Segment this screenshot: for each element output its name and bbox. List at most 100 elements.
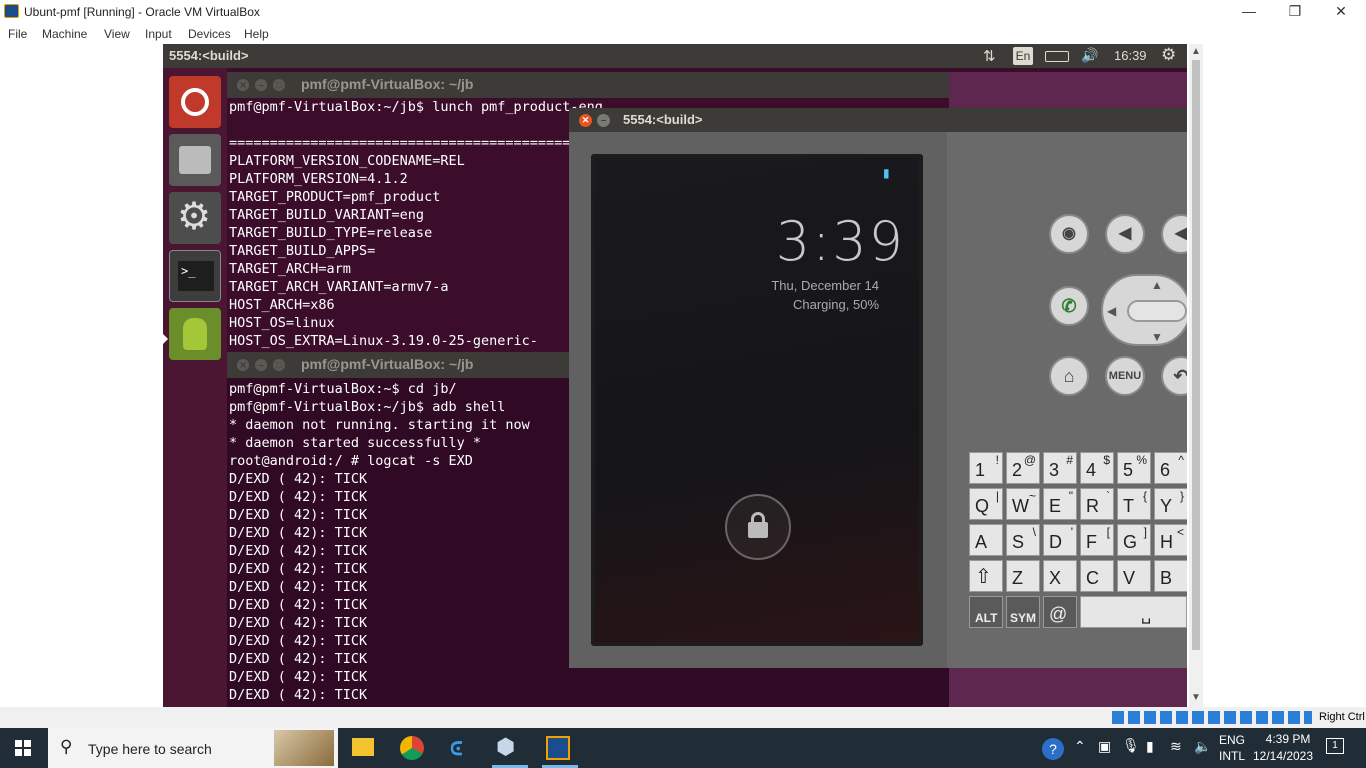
key-f[interactable]: F[ — [1080, 524, 1114, 556]
key-at[interactable]: @ — [1043, 596, 1077, 628]
terminal1-minimize-button[interactable]: – — [255, 79, 267, 91]
key-q[interactable]: Q | — [969, 488, 1003, 520]
key-b[interactable]: B — [1154, 560, 1187, 592]
battery-icon[interactable] — [1045, 51, 1069, 62]
restore-button[interactable]: ❐ — [1272, 0, 1318, 22]
key-g[interactable]: G] — [1117, 524, 1151, 556]
terminal-launcher-button[interactable]: >_ — [169, 250, 221, 302]
key-e[interactable]: E " — [1043, 488, 1077, 520]
search-placeholder: Type here to search — [88, 741, 212, 757]
menu-devices[interactable]: Devices — [188, 27, 231, 41]
help-icon[interactable]: ? — [1042, 738, 1064, 760]
network-icon[interactable]: ⇅ — [983, 47, 996, 65]
taskbar-date[interactable]: 12/14/2023 — [1248, 749, 1318, 763]
home-button[interactable]: ⌂ — [1049, 356, 1089, 396]
volume-up-button[interactable]: ◀ — [1161, 214, 1187, 254]
key-t[interactable]: T{ — [1117, 488, 1151, 520]
terminal1-close-button[interactable]: ✕ — [237, 79, 249, 91]
files-launcher-button[interactable] — [169, 134, 221, 186]
key-d[interactable]: D ' — [1043, 524, 1077, 556]
battery-tray-icon[interactable]: ▮ — [1146, 738, 1154, 755]
show-hidden-icons-chevron-icon[interactable]: ⌃ — [1074, 738, 1086, 755]
taskbar-time[interactable]: 4:39 PM — [1258, 732, 1318, 746]
terminal2-minimize-button[interactable]: – — [255, 359, 267, 371]
taskbar-search-box[interactable]: ⚲ Type here to search — [48, 728, 338, 768]
gear-icon[interactable]: ⚙ — [1161, 45, 1176, 65]
call-button[interactable]: ✆ — [1049, 286, 1089, 326]
windows-start-icon[interactable] — [15, 740, 31, 756]
key-sym[interactable]: SYM — [1006, 596, 1040, 628]
key-r[interactable]: R ` — [1080, 488, 1114, 520]
dpad-center-button[interactable] — [1127, 300, 1187, 322]
dpad[interactable]: ▲ ▼ ◀ — [1101, 274, 1187, 346]
emulator-title-bar[interactable]: ✕ – 5554:<build> — [569, 108, 1187, 132]
dash-home-button[interactable] — [169, 76, 221, 128]
key-y[interactable]: Y} — [1154, 488, 1187, 520]
language-code[interactable]: ENG — [1219, 733, 1245, 747]
speaker-icon[interactable]: 🔈 — [1194, 738, 1211, 755]
terminal2-title-bar[interactable]: ✕ – □ pmf@pmf-VirtualBox: ~/jb — [227, 352, 571, 378]
menu-file[interactable]: File — [8, 27, 27, 41]
key-2[interactable]: 2 @ — [1006, 452, 1040, 484]
key-shift[interactable]: ⇧ — [969, 560, 1003, 592]
key-4[interactable]: 4 $ — [1080, 452, 1114, 484]
android-screen[interactable]: ▮ 3:39 Thu, December 14 Charging, 50% — [591, 154, 923, 646]
guest-display[interactable]: 5554:<build> ⇅ En 🔊 16:39 ⚙ ⚙ >_ ✕ – □ p… — [163, 44, 1187, 707]
device-status-icons[interactable] — [1112, 711, 1312, 724]
menu-view[interactable]: View — [104, 27, 130, 41]
file-explorer-icon[interactable] — [352, 738, 374, 756]
emulator-close-button[interactable]: ✕ — [579, 114, 592, 127]
terminal2-close-button[interactable]: ✕ — [237, 359, 249, 371]
dpad-left-icon[interactable]: ◀ — [1107, 304, 1116, 318]
terminal1-maximize-button[interactable]: □ — [273, 79, 285, 91]
key-c[interactable]: C — [1080, 560, 1114, 592]
key-6[interactable]: 6 ^ — [1154, 452, 1187, 484]
vscode-icon[interactable]: ⪽ — [450, 736, 472, 760]
terminal1-title-bar[interactable]: ✕ – □ pmf@pmf-VirtualBox: ~/jb — [227, 72, 949, 98]
scrollbar-thumb[interactable] — [1192, 60, 1200, 650]
terminal2-maximize-button[interactable]: □ — [273, 359, 285, 371]
microphone-icon[interactable]: 🎙 — [1122, 737, 1140, 754]
dpad-up-icon[interactable]: ▲ — [1151, 278, 1163, 292]
back-button[interactable]: ↶ — [1161, 356, 1187, 396]
menu-button[interactable]: MENU — [1105, 356, 1145, 396]
minimize-button[interactable]: — — [1226, 0, 1272, 22]
key-z[interactable]: Z — [1006, 560, 1040, 592]
wifi-icon[interactable]: ≋ — [1170, 738, 1182, 755]
key-w[interactable]: W ~ — [1006, 488, 1040, 520]
key-s[interactable]: S \ — [1006, 524, 1040, 556]
menu-machine[interactable]: Machine — [42, 27, 87, 41]
key-x[interactable]: X — [1043, 560, 1077, 592]
key-3[interactable]: 3 # — [1043, 452, 1077, 484]
virtualbox-taskbar-icon[interactable]: ⬢ — [496, 734, 520, 760]
key-a[interactable]: A — [969, 524, 1003, 556]
unlock-ring[interactable] — [725, 494, 791, 560]
key-alt[interactable]: ALT — [969, 596, 1003, 628]
key-1[interactable]: 1! — [969, 452, 1003, 484]
vertical-scrollbar[interactable]: ▲ ▼ — [1189, 44, 1203, 707]
key-h[interactable]: H < — [1154, 524, 1187, 556]
android-emulator-launcher-button[interactable] — [169, 308, 221, 360]
keyboard-layout-indicator[interactable]: En — [1013, 47, 1033, 65]
android-emulator-window[interactable]: ✕ – 5554:<build> ▮ 3:39 Thu, December 14… — [569, 108, 1187, 668]
dpad-down-icon[interactable]: ▼ — [1151, 330, 1163, 344]
menu-help[interactable]: Help — [244, 27, 269, 41]
scroll-down-icon[interactable]: ▼ — [1191, 692, 1201, 703]
key-space[interactable]: ␣ — [1080, 596, 1187, 628]
virtualbox-vm-taskbar-icon[interactable] — [546, 736, 570, 760]
scroll-up-icon[interactable]: ▲ — [1191, 46, 1201, 57]
menu-input[interactable]: Input — [145, 27, 172, 41]
volume-down-button[interactable]: ◀ — [1105, 214, 1145, 254]
chrome-icon[interactable] — [400, 736, 424, 760]
volume-icon[interactable]: 🔊 — [1081, 47, 1098, 64]
camera-button[interactable]: ◉ — [1049, 214, 1089, 254]
key-v[interactable]: V — [1117, 560, 1151, 592]
camera-tray-icon[interactable]: ▣ — [1098, 738, 1111, 755]
panel-clock[interactable]: 16:39 — [1114, 48, 1147, 63]
key-5[interactable]: 5% — [1117, 452, 1151, 484]
notification-center-icon[interactable]: 1 — [1326, 738, 1344, 754]
emulator-minimize-button[interactable]: – — [597, 114, 610, 127]
system-settings-launcher-button[interactable]: ⚙ — [169, 192, 221, 244]
close-button[interactable]: ✕ — [1318, 0, 1364, 22]
keyboard-layout-code[interactable]: INTL — [1219, 749, 1245, 763]
